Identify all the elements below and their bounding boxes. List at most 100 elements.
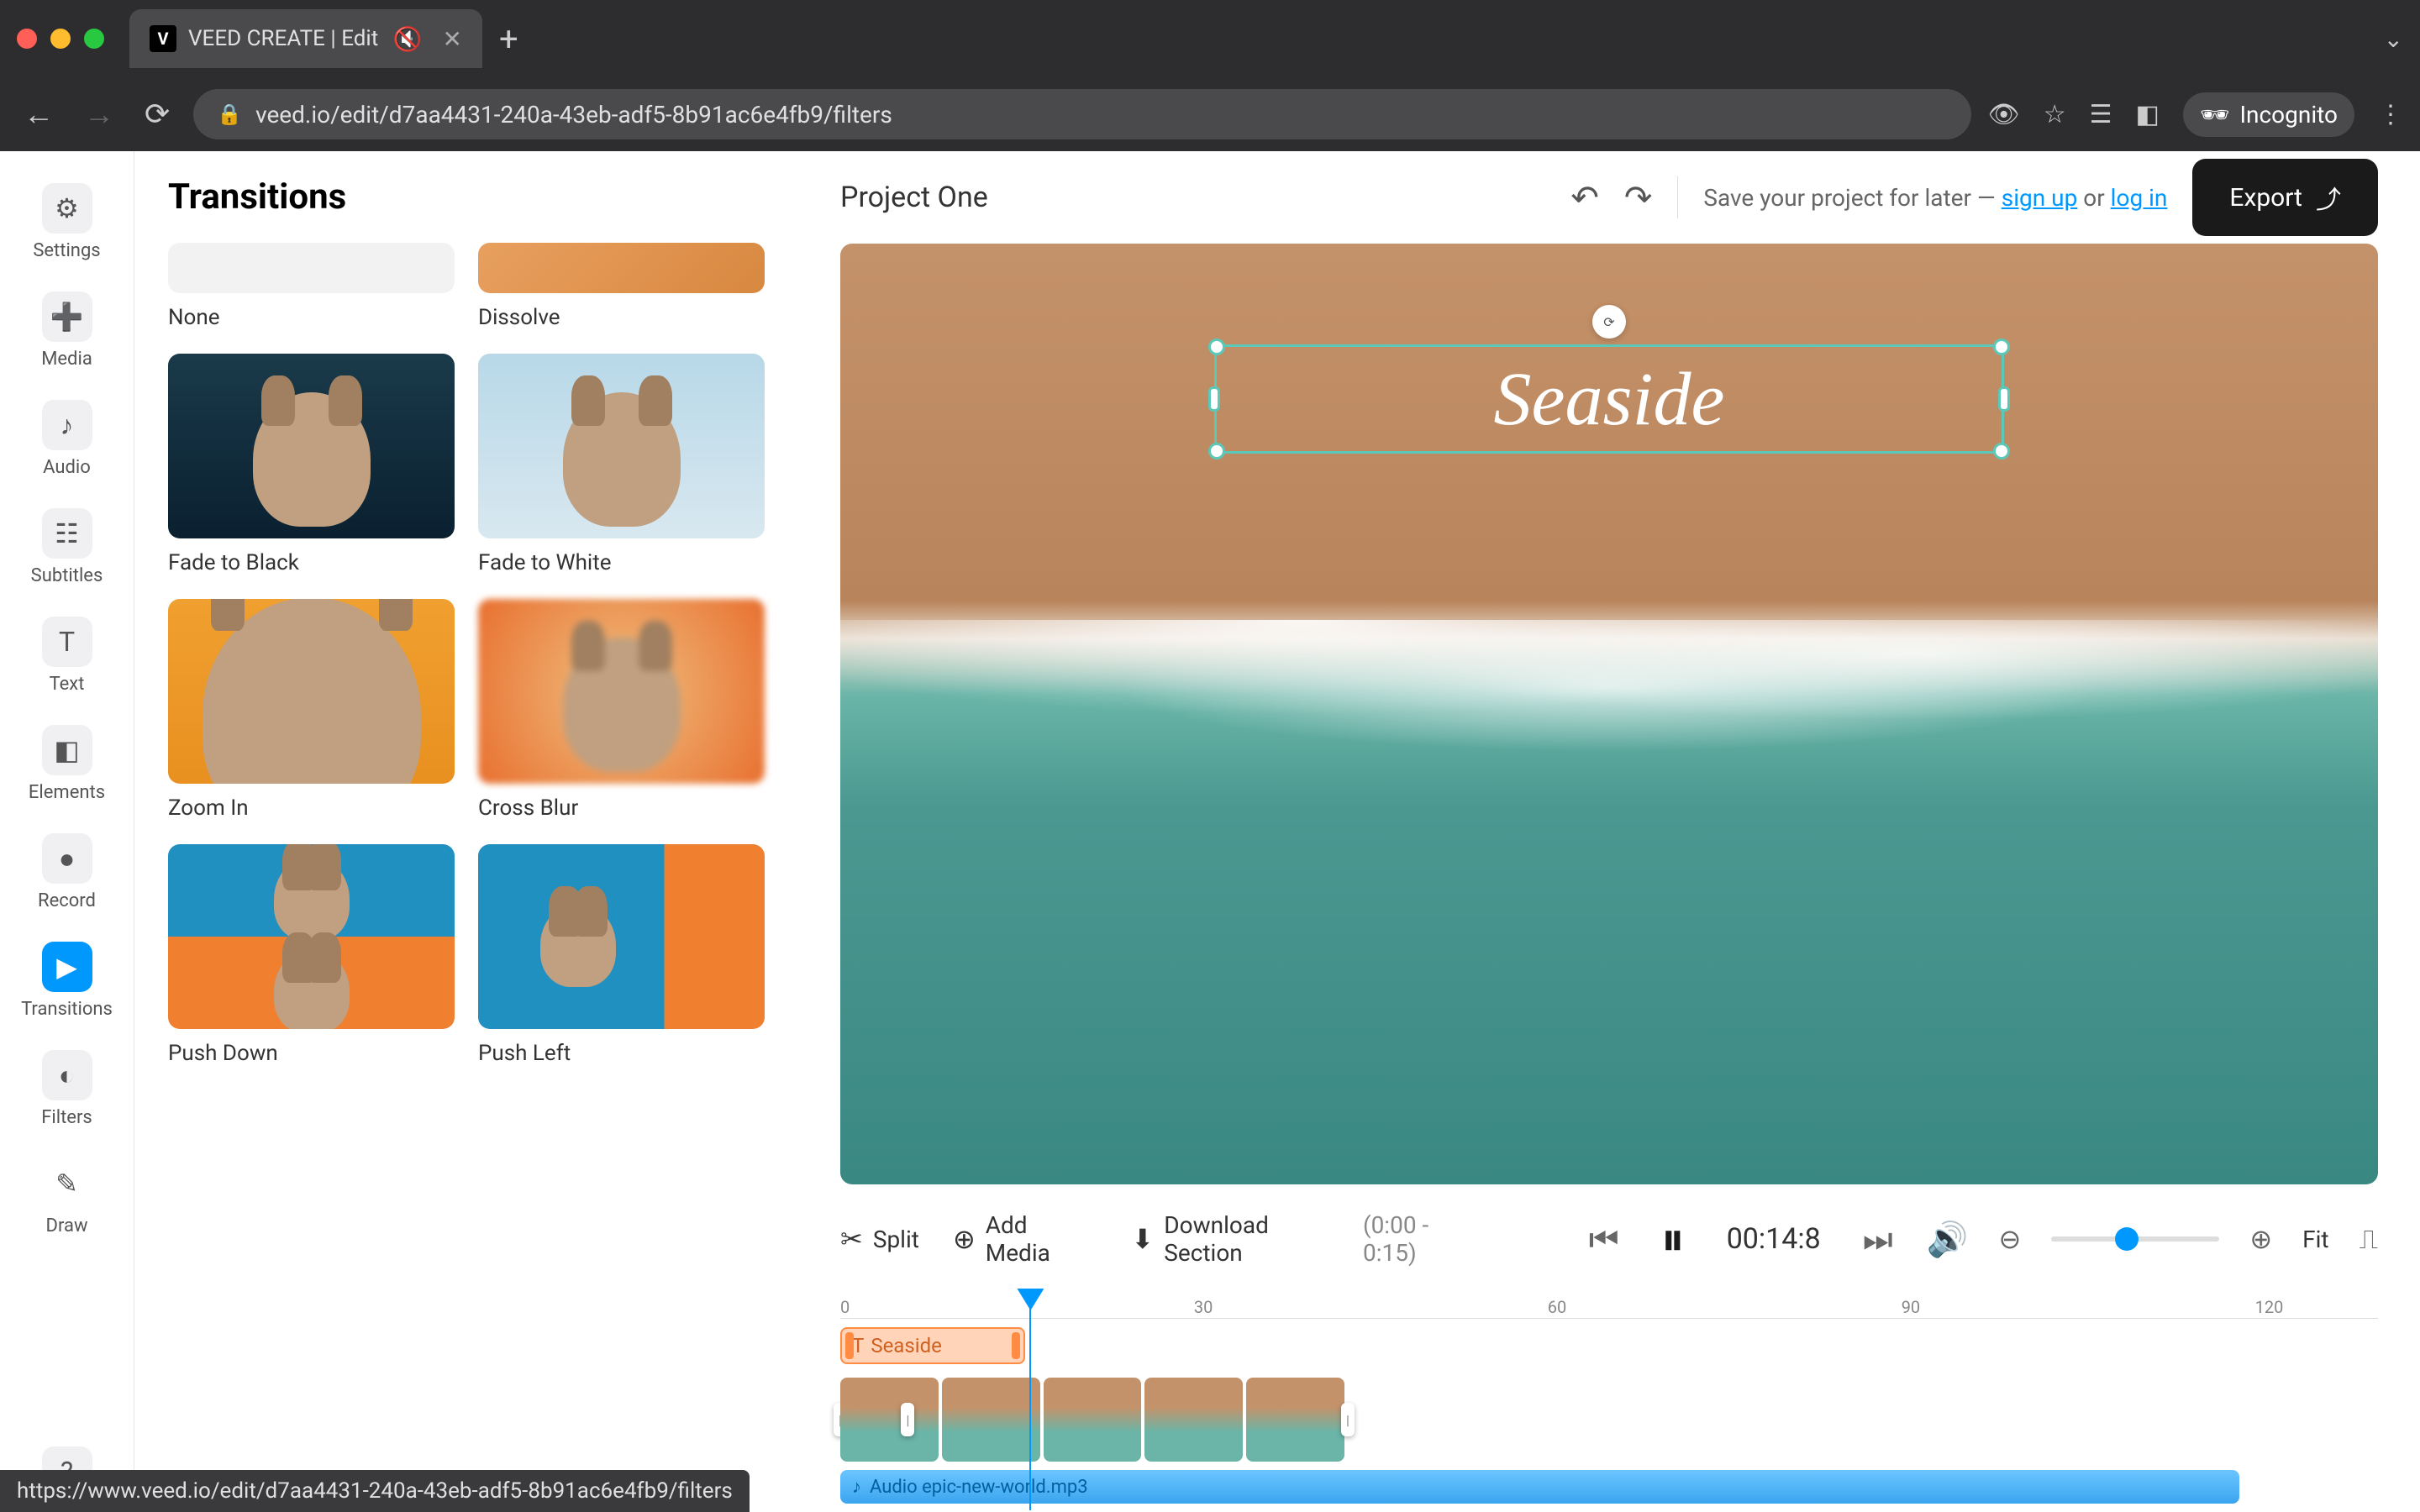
clip-handle-right[interactable]: [1012, 1332, 1020, 1359]
sidebar-item-settings[interactable]: ⚙ Settings: [0, 168, 134, 276]
download-icon: ⬇: [1131, 1223, 1154, 1255]
forward-button[interactable]: →: [77, 90, 121, 139]
signup-link[interactable]: sign up: [2002, 184, 2078, 212]
close-tab-icon[interactable]: ✕: [443, 25, 462, 53]
download-section-button[interactable]: ⬇ Download Section (0:00 - 0:15): [1131, 1211, 1487, 1267]
browser-tab[interactable]: V VEED CREATE | Edit 🔇 ✕: [129, 9, 482, 68]
project-name[interactable]: Project One: [840, 181, 988, 214]
text-clip[interactable]: T Seaside: [840, 1327, 1025, 1364]
video-clip-segment[interactable]: [840, 1378, 939, 1462]
sidebar-item-transitions[interactable]: ▶ Transitions: [0, 927, 134, 1035]
resize-handle-tr[interactable]: [1993, 339, 2010, 355]
sidebar-item-audio[interactable]: ♪ Audio: [0, 385, 134, 493]
transition-label: Fade to White: [478, 550, 765, 575]
timeline[interactable]: 0 30 60 90 120 T Seaside | |: [798, 1277, 2420, 1512]
redo-button[interactable]: ↷: [1624, 178, 1653, 218]
mute-tab-icon[interactable]: 🔇: [393, 25, 423, 53]
transition-push-left[interactable]: Push Left: [478, 844, 765, 1066]
tab-overflow-icon[interactable]: ⌄: [2384, 25, 2403, 53]
resize-handle-mr[interactable]: [1998, 386, 2010, 412]
transition-thumb: [168, 243, 455, 293]
ruler-mark: 120: [2255, 1297, 2284, 1317]
download-section-label: Download Section: [1164, 1211, 1353, 1267]
waveform-toggle-icon[interactable]: ⎍: [2360, 1223, 2378, 1256]
text-overlay-frame[interactable]: ⟳ Seaside: [1214, 344, 2004, 454]
rotate-handle[interactable]: ⟳: [1592, 305, 1626, 339]
ruler-mark: 90: [1902, 1297, 1920, 1317]
text-track[interactable]: T Seaside: [840, 1327, 2378, 1369]
add-media-label: Add Media: [986, 1211, 1098, 1267]
resize-handle-tl[interactable]: [1208, 339, 1225, 355]
media-icon: ➕: [42, 291, 92, 342]
video-clip-segment[interactable]: [1144, 1378, 1243, 1462]
sidebar-item-draw[interactable]: ✎ Draw: [0, 1143, 134, 1252]
playhead[interactable]: [1017, 1289, 1044, 1310]
clip-handle-left[interactable]: [845, 1332, 854, 1359]
zoom-out-button[interactable]: ⊖: [1999, 1223, 2022, 1255]
transition-thumb: [478, 354, 765, 538]
sidebar-item-text[interactable]: T Text: [0, 601, 134, 710]
minimize-window-button[interactable]: [50, 29, 71, 49]
sidebar-item-elements[interactable]: ◧ Elements: [0, 710, 134, 818]
sidebar-item-record[interactable]: ● Record: [0, 818, 134, 927]
pause-button[interactable]: ⏸: [1661, 1211, 1685, 1268]
split-button[interactable]: ✂ Split: [840, 1223, 919, 1255]
bookmark-icon[interactable]: ☆: [2044, 100, 2066, 129]
save-prompt: Save your project for later — sign up or…: [1703, 184, 2167, 212]
video-clip-handle[interactable]: |: [901, 1403, 914, 1436]
side-panel-icon[interactable]: ◧: [2136, 100, 2160, 129]
transition-dissolve[interactable]: Dissolve: [478, 243, 765, 330]
sidebar-label: Text: [50, 674, 85, 695]
incognito-badge[interactable]: 🕶 Incognito: [2183, 92, 2354, 137]
close-window-button[interactable]: [17, 29, 37, 49]
audio-clip-label: Audio epic-new-world.mp3: [870, 1477, 1088, 1498]
transition-cross-blur[interactable]: Cross Blur: [478, 599, 765, 821]
sidebar-item-subtitles[interactable]: ☷ Subtitles: [0, 493, 134, 601]
new-tab-button[interactable]: +: [499, 19, 518, 59]
timeline-ruler[interactable]: 0 30 60 90 120: [840, 1285, 2378, 1319]
undo-button[interactable]: ↶: [1570, 178, 1599, 218]
transition-push-down[interactable]: Push Down: [168, 844, 455, 1066]
volume-button[interactable]: 🔊: [1927, 1220, 1969, 1259]
transition-fade-black[interactable]: Fade to Black: [168, 354, 455, 575]
sidebar-label: Subtitles: [31, 565, 103, 586]
menu-icon[interactable]: ⋮: [2378, 100, 2403, 129]
split-label: Split: [873, 1226, 919, 1253]
resize-handle-br[interactable]: [1993, 443, 2010, 459]
reload-button[interactable]: ⟳: [138, 90, 176, 139]
address-bar[interactable]: 🔒 veed.io/edit/d7aa4431-240a-43eb-adf5-8…: [193, 89, 1970, 139]
video-track[interactable]: | | |: [840, 1378, 1348, 1462]
video-clip-segment[interactable]: [1044, 1378, 1142, 1462]
add-media-button[interactable]: ⊕ Add Media: [953, 1211, 1097, 1267]
plus-circle-icon: ⊕: [953, 1223, 976, 1255]
transition-thumb: [478, 599, 765, 784]
export-button[interactable]: Export ⤴: [2192, 159, 2378, 236]
login-link[interactable]: log in: [2111, 184, 2168, 212]
skip-forward-button[interactable]: ⏭: [1863, 1220, 1893, 1259]
zoom-slider[interactable]: [2051, 1236, 2219, 1242]
sidebar-item-filters[interactable]: ◐ Filters: [0, 1035, 134, 1143]
eye-off-icon[interactable]: 👁: [1988, 100, 2020, 129]
transition-thumb: [168, 354, 455, 538]
transition-none[interactable]: None: [168, 243, 455, 330]
skip-back-button[interactable]: ⏮: [1589, 1220, 1619, 1259]
video-clip-handle-end[interactable]: |: [1341, 1403, 1355, 1436]
transition-thumb: [478, 844, 765, 1029]
maximize-window-button[interactable]: [84, 29, 104, 49]
reading-list-icon[interactable]: ☰: [2090, 100, 2112, 129]
transition-zoom-in[interactable]: Zoom In: [168, 599, 455, 821]
video-clip-segment[interactable]: [942, 1378, 1040, 1462]
resize-handle-bl[interactable]: [1208, 443, 1225, 459]
back-button[interactable]: ←: [17, 90, 60, 139]
transition-fade-white[interactable]: Fade to White: [478, 354, 765, 575]
video-canvas[interactable]: ⟳ Seaside: [840, 244, 2378, 1184]
zoom-in-button[interactable]: ⊕: [2249, 1223, 2272, 1255]
sidebar-item-media[interactable]: ➕ Media: [0, 276, 134, 385]
zoom-slider-thumb[interactable]: [2115, 1227, 2139, 1251]
text-overlay-content[interactable]: Seaside: [1494, 356, 1725, 443]
fit-button[interactable]: Fit: [2302, 1226, 2328, 1253]
resize-handle-ml[interactable]: [1208, 386, 1220, 412]
ruler-mark: 0: [840, 1297, 850, 1317]
video-clip-segment[interactable]: [1246, 1378, 1344, 1462]
audio-clip[interactable]: ♪ Audio epic-new-world.mp3: [840, 1470, 2239, 1504]
